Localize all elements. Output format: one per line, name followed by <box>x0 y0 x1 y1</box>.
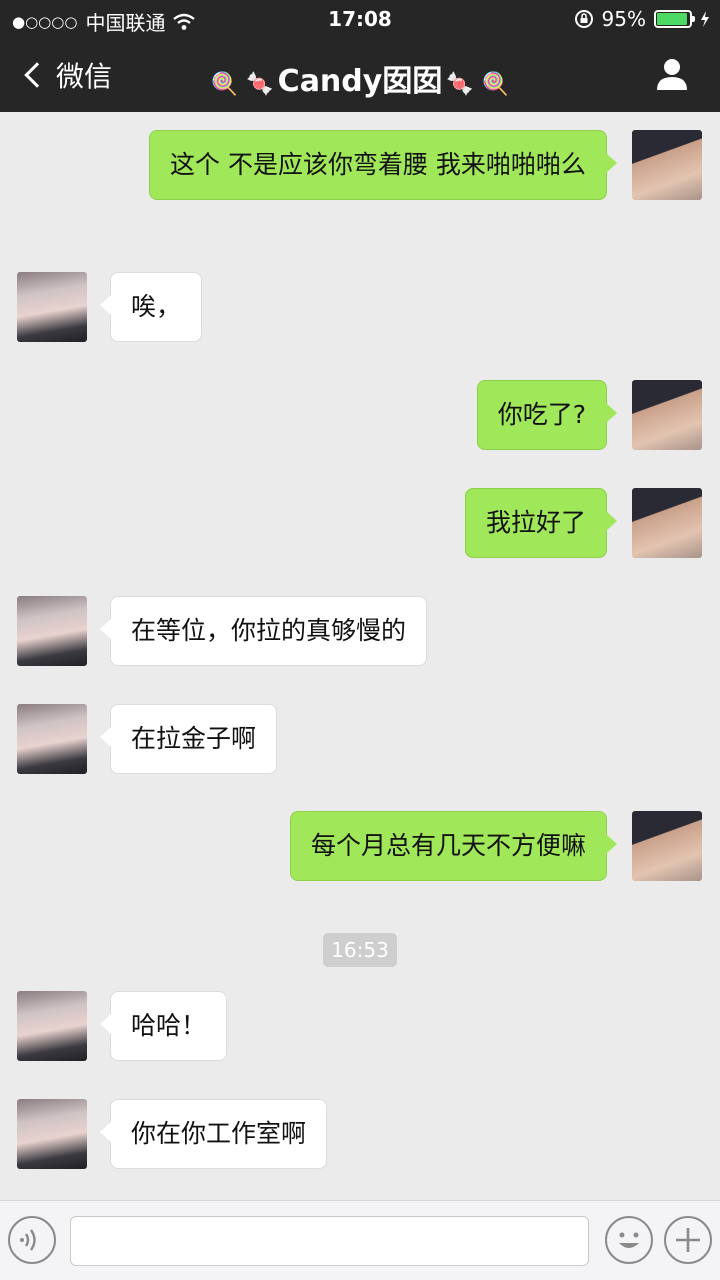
battery-fill <box>657 13 688 25</box>
emoji-icon <box>619 1232 639 1248</box>
contact-message-bubble[interactable]: 在等位，你拉的真够慢的 <box>99 596 428 666</box>
my-message-bubble[interactable]: 每个月总有几天不方便嘛 <box>289 811 618 881</box>
my-avatar[interactable] <box>632 811 702 881</box>
my-avatar[interactable] <box>632 130 702 200</box>
candy-icon: 🍬 <box>446 72 474 97</box>
my-avatar[interactable] <box>632 380 702 450</box>
message-input[interactable] <box>70 1216 589 1266</box>
plus-icon <box>676 1228 700 1252</box>
chat-area[interactable]: 这个 不是应该你弯着腰 我来啪啪啪么 唉， 你吃了? 我拉好了 在等位，你拉的真… <box>0 112 720 1200</box>
my-message-bubble[interactable]: 我拉好了 <box>464 488 618 558</box>
nav-bar: 微信 🍭 🍬 Candy囡囡 🍬 🍭 <box>0 38 720 112</box>
contact-avatar[interactable] <box>17 1099 87 1169</box>
my-message-bubble[interactable]: 这个 不是应该你弯着腰 我来啪啪啪么 <box>149 130 617 200</box>
my-avatar[interactable] <box>632 488 702 558</box>
contact-avatar[interactable] <box>17 991 87 1061</box>
contact-avatar[interactable] <box>17 272 87 342</box>
contact-avatar[interactable] <box>17 704 87 774</box>
contact-message-bubble[interactable]: 在拉金子啊 <box>99 704 278 774</box>
status-bar: ●○○○○ 中国联通 17:08 95% <box>0 0 720 38</box>
lollipop-icon: 🍭 <box>210 72 239 97</box>
input-bar <box>0 1200 720 1280</box>
candy-icon: 🍬 <box>246 72 274 97</box>
charging-icon <box>701 11 709 27</box>
contact-message-bubble[interactable]: 哈哈！ <box>99 991 228 1061</box>
rotation-lock-icon <box>574 10 593 28</box>
voice-button[interactable] <box>8 1216 56 1264</box>
plus-button[interactable] <box>664 1216 712 1264</box>
status-right: 95% <box>574 7 710 31</box>
battery-icon <box>654 10 695 28</box>
chat-title: 🍭 🍬 Candy囡囡 🍬 🍭 <box>0 56 720 100</box>
emoji-button[interactable] <box>605 1216 653 1264</box>
chat-title-text: Candy囡囡 <box>277 64 443 99</box>
voice-icon <box>20 1229 36 1251</box>
contact-message-bubble[interactable]: 唉， <box>99 272 203 342</box>
profile-icon[interactable] <box>654 56 690 92</box>
my-message-bubble[interactable]: 你吃了? <box>476 380 618 450</box>
lollipop-icon: 🍭 <box>481 72 510 97</box>
battery-percent: 95% <box>601 7 646 31</box>
contact-message-bubble[interactable]: 你在你工作室啊 <box>99 1099 328 1169</box>
message-timestamp: 16:53 <box>323 933 397 967</box>
contact-avatar[interactable] <box>17 596 87 666</box>
